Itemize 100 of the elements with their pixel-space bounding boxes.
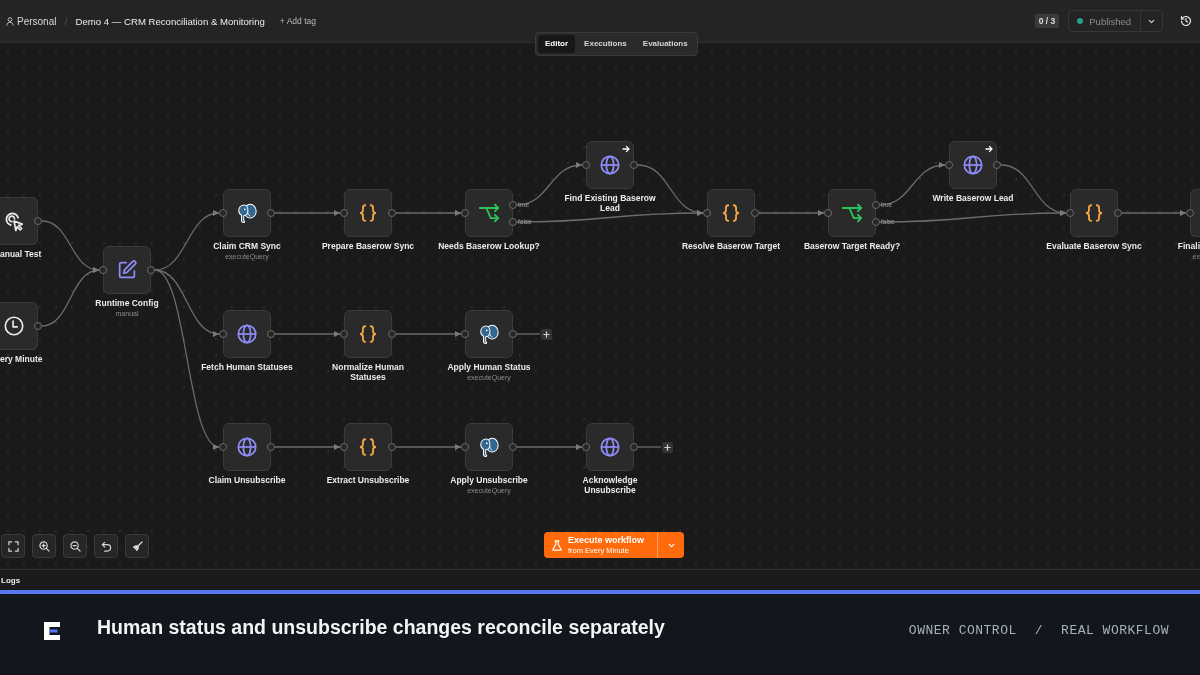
workflow-node[interactable] [223,189,271,237]
workflow-node[interactable] [586,423,634,471]
node-label: Prepare Baserow Sync [321,241,415,251]
view-tab[interactable]: Executions [577,35,634,53]
input-handle[interactable] [824,209,832,217]
zoom-out-icon [69,540,81,552]
undo-button[interactable] [94,534,118,558]
zoom-in-icon [38,540,50,552]
node-label: Runtime Config [95,298,159,308]
input-handle[interactable] [582,443,590,451]
output-handle[interactable] [388,443,396,451]
output-handle[interactable] [267,443,275,451]
output-handle[interactable] [388,330,396,338]
workflow-node[interactable] [586,141,634,189]
output-handle[interactable] [509,201,517,209]
input-handle[interactable] [461,443,469,451]
output-handle[interactable] [872,201,880,209]
output-handle[interactable] [993,161,1001,169]
output-handle[interactable] [267,209,275,217]
input-handle[interactable] [1186,209,1194,217]
input-handle[interactable] [340,443,348,451]
add-node-button[interactable] [662,441,673,453]
plus-icon [664,443,671,451]
workflow-node[interactable] [0,302,38,350]
input-handle[interactable] [703,209,711,217]
input-handle[interactable] [1066,209,1074,217]
globe-icon [236,323,258,345]
fit-view-button[interactable] [1,534,25,558]
workflow-node[interactable] [344,310,392,358]
plus-icon [543,330,550,338]
input-handle[interactable] [99,266,107,274]
workflow-node[interactable] [949,141,997,189]
workflow-node[interactable] [465,310,513,358]
node-label: Acknowledge Unsubscribe [581,475,639,495]
output-handle[interactable] [630,443,638,451]
node-label: Apply Human Status [447,362,531,372]
output-handle[interactable] [751,209,759,217]
connection-line [1121,210,1187,216]
view-tab[interactable]: Evaluations [635,35,695,53]
view-tab[interactable]: Editor [538,35,576,53]
output-handle[interactable] [630,161,638,169]
connection-line [395,210,462,216]
workflow-node[interactable] [0,197,38,245]
workflow-node[interactable] [344,189,392,237]
input-handle[interactable] [219,330,227,338]
input-handle[interactable] [945,161,953,169]
output-handle[interactable] [1114,209,1122,217]
broom-icon [131,540,143,552]
connection-line [395,331,462,337]
input-handle[interactable] [340,330,348,338]
output-handle[interactable] [388,209,396,217]
trail-item: OWNER CONTROL [908,623,1017,639]
input-handle[interactable] [219,209,227,217]
output-handle[interactable] [509,218,517,226]
elephant-icon [236,202,258,224]
connection-line [516,444,583,450]
output-handle[interactable] [509,443,517,451]
workflow-node[interactable] [465,189,513,237]
workflow-node[interactable] [828,189,876,237]
output-handle[interactable] [267,330,275,338]
workflow-node[interactable] [223,423,271,471]
input-handle[interactable] [461,330,469,338]
zoom-in-button[interactable] [32,534,56,558]
input-handle[interactable] [461,209,469,217]
elephant-icon [478,436,500,458]
node-label: Fetch Human Statuses [201,362,293,372]
output-handle[interactable] [34,217,42,225]
counter-badge: 0 / 3 [1034,14,1060,28]
braces-icon [720,202,742,224]
node-label: Claim CRM Sync [213,241,281,251]
zoom-out-button[interactable] [63,534,87,558]
output-handle[interactable] [872,218,880,226]
output-handle[interactable] [509,330,517,338]
input-handle[interactable] [219,443,227,451]
workflow-name: Demo 4 — CRM Reconciliation & Monitoring [75,15,265,27]
history-icon[interactable] [1180,15,1192,27]
workflow-node[interactable] [344,423,392,471]
input-handle[interactable] [340,209,348,217]
add-tag-link[interactable]: + Add tag [279,16,316,26]
add-node-button[interactable] [541,328,552,340]
project-link[interactable]: Personal [6,15,57,27]
person-icon [6,16,14,26]
node-label: Needs Baserow Lookup? [438,241,540,251]
workflow-node[interactable] [223,310,271,358]
output-handle[interactable] [34,322,42,330]
input-handle[interactable] [582,161,590,169]
workflow-node[interactable] [103,246,151,294]
workflow-node[interactable] [707,189,755,237]
globe-icon [599,154,621,176]
undo-icon [100,540,112,552]
tidy-up-button[interactable] [125,534,149,558]
globe-icon [962,154,984,176]
logs-panel-title[interactable]: Logs [1,575,21,585]
output-handle[interactable] [147,266,155,274]
status-dot-icon [1077,18,1084,24]
workflow-node[interactable] [1190,189,1200,237]
node-label: Apply Unsubscribe [450,475,528,485]
branch-arrows-icon [841,202,863,224]
workflow-node[interactable] [1070,189,1118,237]
workflow-node[interactable] [465,423,513,471]
